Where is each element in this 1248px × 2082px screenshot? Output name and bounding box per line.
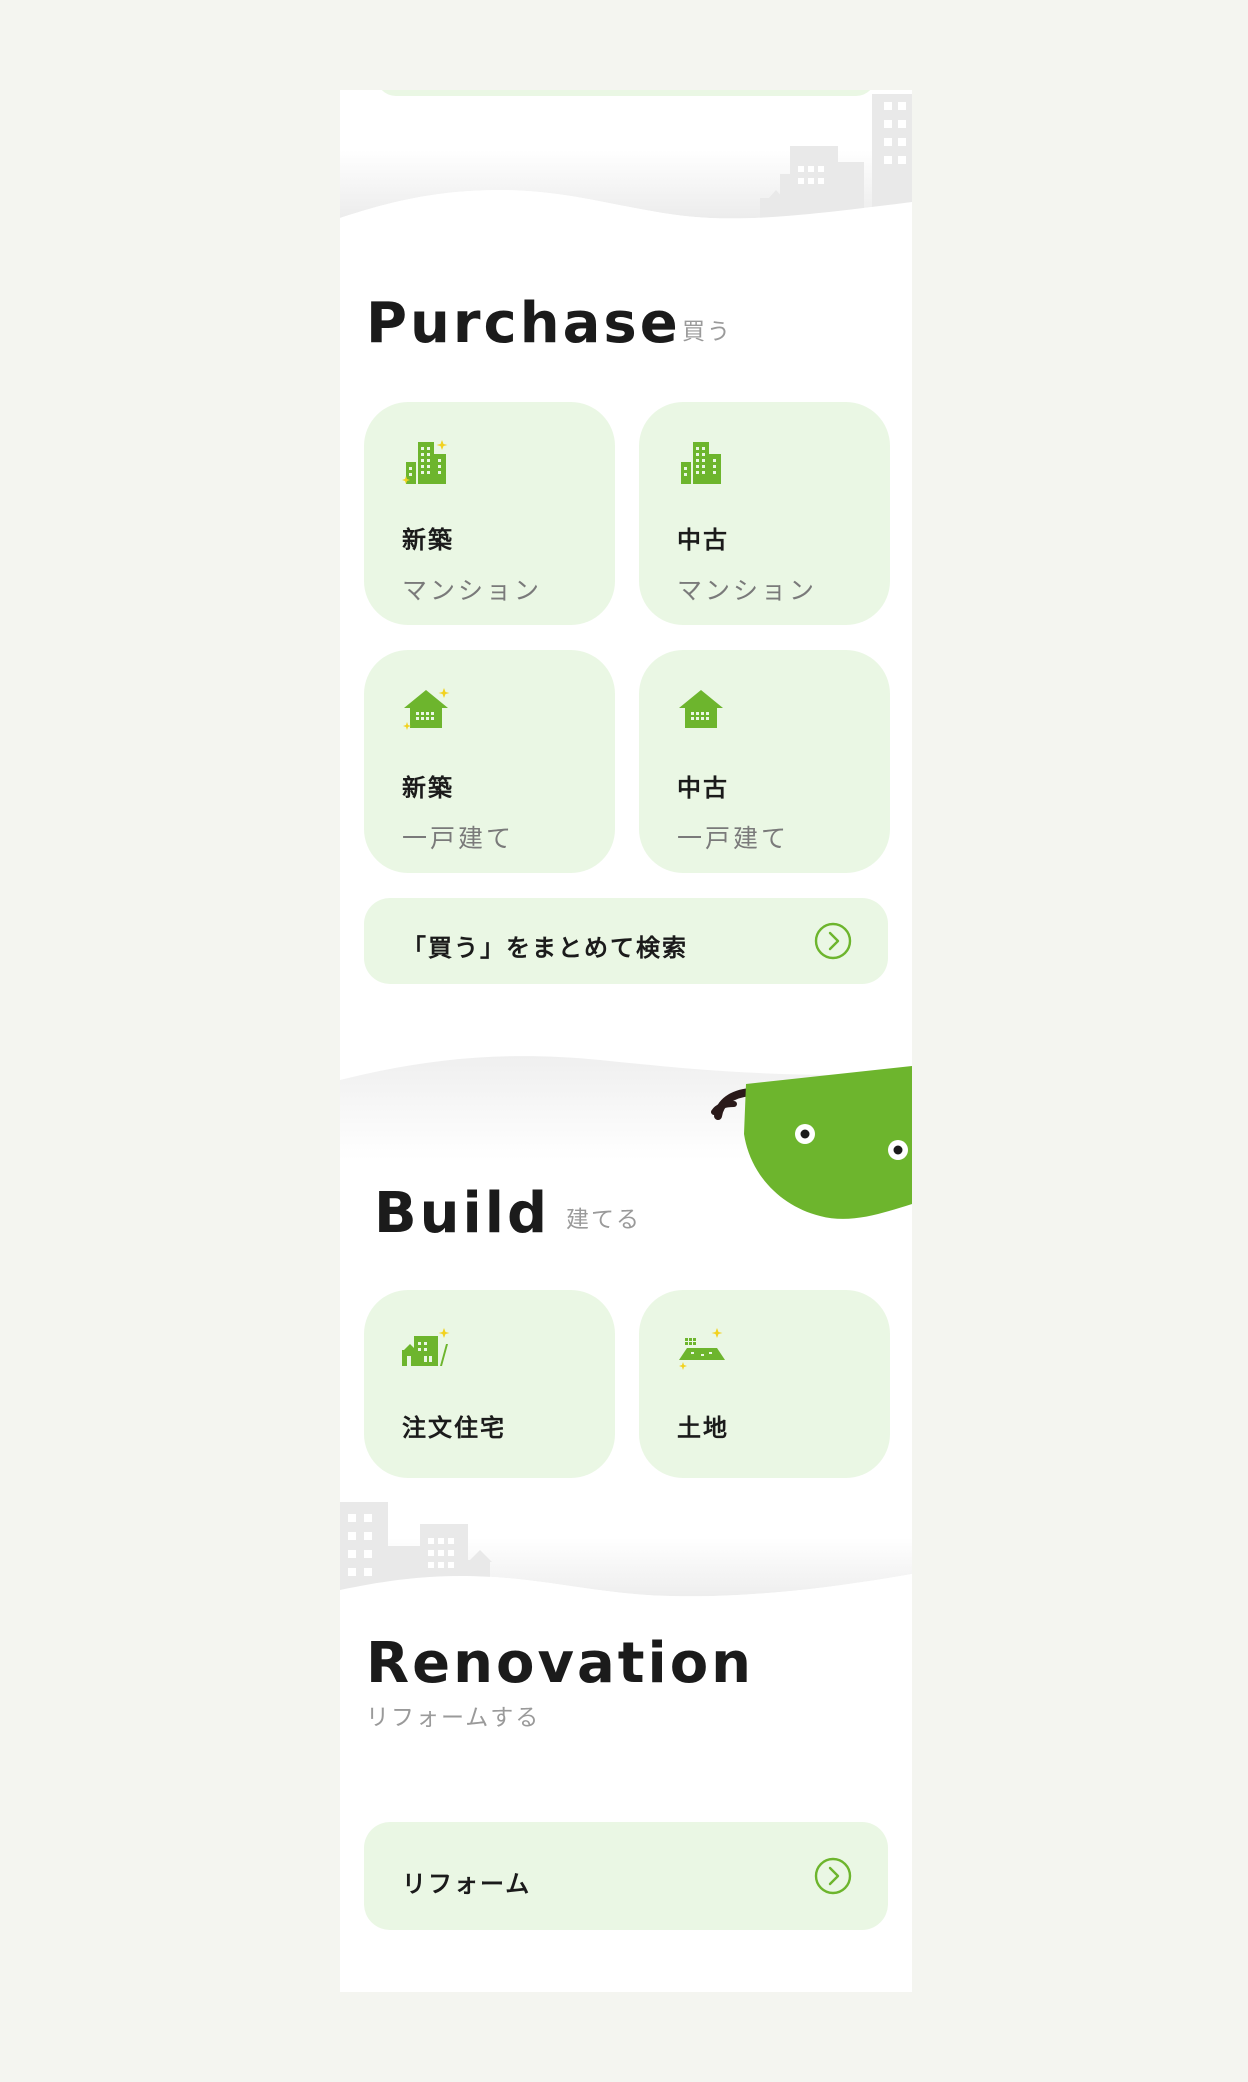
card-used-house-label1: 中古 [677,774,729,802]
custom-house-icon [402,1328,450,1366]
renovation-subtitle: リフォームする [366,1705,541,1731]
purchase-subtitle: 買う [682,319,732,345]
card-land-label: 土地 [677,1414,729,1442]
card-used-apartment-label2: マンション [677,576,818,605]
land-icon [679,1328,725,1370]
skyline-top-decoration [340,94,912,230]
chevron-right-circle-icon [814,922,852,960]
card-used-apartment[interactable]: 中古 マンション [639,402,890,625]
card-new-apartment-label1: 新築 [402,526,454,554]
card-custom-house-label: 注文住宅 [402,1414,506,1442]
search-all-purchase-button[interactable]: 「買う」をまとめて検索 [364,898,888,984]
reform-button[interactable]: リフォーム [364,1822,888,1930]
new-house-icon [403,688,450,730]
mascot-character [711,1066,912,1219]
used-house-icon [679,690,723,728]
purchase-title: Purchase [366,291,681,356]
card-new-apartment-label2: マンション [402,576,543,605]
new-apartment-icon [402,440,448,484]
card-used-apartment-label1: 中古 [677,526,729,554]
chevron-right-circle-icon [814,1857,852,1895]
renovation-title: Renovation [366,1631,755,1696]
card-used-house[interactable]: 中古 一戸建て [639,650,890,873]
build-subtitle: 建てる [566,1207,641,1233]
card-used-house-label2: 一戸建て [677,824,790,853]
card-land[interactable]: 土地 [639,1290,890,1478]
card-new-house-label2: 一戸建て [402,824,515,853]
card-new-house[interactable]: 新築 一戸建て [364,650,615,873]
reform-button-label: リフォーム [402,1870,532,1898]
phone-screen: Purchase 買う 新築 マンション 中古 マンション 新築 一戸建て 中古… [340,90,912,1992]
build-title: Build [374,1181,551,1246]
skyline-bottom-decoration [340,1502,912,1608]
used-apartment-icon [681,442,721,484]
card-custom-house[interactable]: 注文住宅 [364,1290,615,1478]
card-new-apartment[interactable]: 新築 マンション [364,402,615,625]
card-new-house-label1: 新築 [402,774,454,802]
search-all-purchase-label: 「買う」をまとめて検索 [402,934,688,962]
